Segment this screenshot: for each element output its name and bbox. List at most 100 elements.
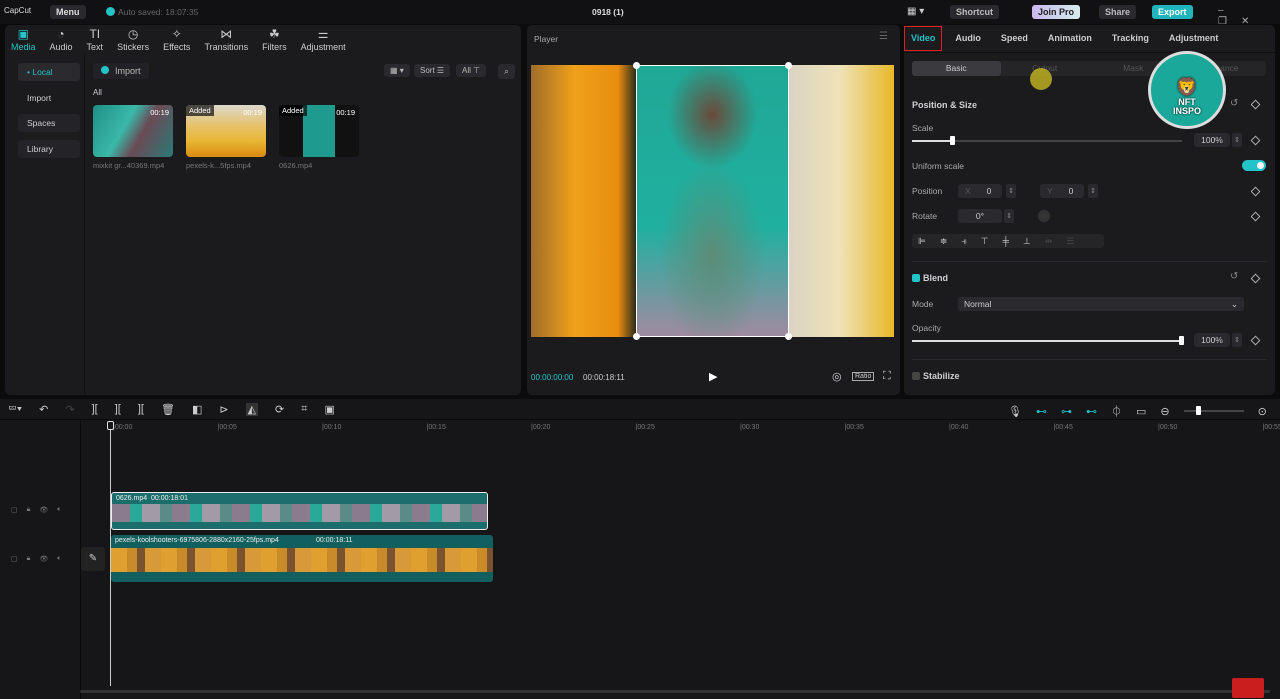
microphone-icon[interactable]: 🎙 <box>1008 405 1022 418</box>
shortcut-button[interactable]: Shortcut <box>950 5 999 19</box>
rotate-stepper[interactable]: ⇕ <box>1004 209 1014 223</box>
thumbnail-icon[interactable]: ▭ <box>1136 405 1146 418</box>
tab-audio[interactable]: Audio <box>955 33 981 44</box>
visibility-icon[interactable]: 👁︎ <box>39 506 48 514</box>
uniform-scale-toggle[interactable] <box>1242 160 1266 171</box>
tab-text[interactable]: TI Text <box>87 28 104 53</box>
tab-video[interactable]: Video <box>903 26 943 51</box>
tab-audio[interactable]: ◔ Audio <box>50 28 73 53</box>
view-toggle-button[interactable]: ▦ ▾ <box>384 64 410 77</box>
keyframe-icon[interactable] <box>1250 99 1261 110</box>
resize-handle[interactable] <box>785 62 792 69</box>
keyframe-icon[interactable] <box>1250 186 1261 197</box>
tab-adjustment[interactable]: ⚌ Adjustment <box>301 28 346 53</box>
resize-handle[interactable] <box>633 62 640 69</box>
reset-icon[interactable]: ↺ <box>1230 271 1238 282</box>
ratio-button[interactable]: Ratio <box>852 372 875 381</box>
align-left-icon[interactable]: ⊫ <box>918 236 926 247</box>
slider-knob[interactable] <box>1179 336 1184 345</box>
scale-input[interactable]: 100% <box>1194 133 1230 147</box>
tab-media[interactable]: ▣ Media <box>11 28 36 53</box>
sidebar-item-import[interactable]: Import <box>18 89 80 107</box>
align-right-icon[interactable]: ⫣ <box>961 236 966 247</box>
zoom-slider[interactable] <box>1183 406 1244 415</box>
filter-button[interactable]: All ⊤ <box>456 64 487 77</box>
align-middle-icon[interactable]: ╪ <box>1003 236 1009 246</box>
tab-adjustment[interactable]: Adjustment <box>1169 33 1219 44</box>
resize-handle[interactable] <box>633 333 640 340</box>
fullscreen-icon[interactable]: ⛶ <box>883 370 891 383</box>
delete-icon[interactable]: 🗑 <box>161 403 175 416</box>
freeze-icon[interactable]: ◧ <box>192 403 202 416</box>
position-x-input[interactable]: X0 <box>958 184 1002 198</box>
keyframe-icon[interactable] <box>1250 135 1261 146</box>
join-pro-button[interactable]: Join Pro <box>1032 5 1081 19</box>
tab-transitions[interactable]: ⋈ Transitions <box>204 28 248 53</box>
media-item[interactable]: Added 00:19 0626.mp4 <box>279 105 359 170</box>
scale-stepper[interactable]: ⇕ <box>1232 133 1242 147</box>
align-bottom-icon[interactable]: ⊥ <box>1023 236 1031 247</box>
zoom-fit-icon[interactable]: ⊙ <box>1258 405 1267 418</box>
play-button[interactable]: ▶ <box>709 370 717 383</box>
screenshot-icon[interactable]: ◎ <box>832 370 842 383</box>
tab-stickers[interactable]: ◷ Stickers <box>117 28 149 53</box>
lock-icon[interactable]: 🔒︎ <box>27 555 31 563</box>
video-preview[interactable] <box>531 62 894 340</box>
position-y-input[interactable]: Y0 <box>1040 184 1084 198</box>
mirror-icon[interactable]: ◭ <box>245 403 259 416</box>
sort-button[interactable]: Sort ☰ <box>414 64 451 77</box>
position-x-stepper[interactable]: ⇕ <box>1006 184 1016 198</box>
sidebar-item-local[interactable]: • Local <box>18 63 80 81</box>
timeline-scrollbar[interactable] <box>80 690 1270 693</box>
split-right-icon[interactable]: ][ <box>138 403 144 416</box>
media-item[interactable]: 00:19 mixkit gr...40369.mp4 <box>93 105 173 170</box>
export-button[interactable]: Export <box>1152 5 1193 19</box>
lock-icon[interactable]: 🔒︎ <box>27 506 31 514</box>
opacity-slider[interactable] <box>912 336 1184 345</box>
menu-button[interactable]: Menu <box>50 5 86 19</box>
redo-icon[interactable]: ↷ <box>65 403 74 416</box>
split-left-icon[interactable]: ][ <box>115 403 121 416</box>
zoom-out-icon[interactable]: ⊖ <box>1160 405 1169 418</box>
position-y-stepper[interactable]: ⇕ <box>1088 184 1098 198</box>
opacity-stepper[interactable]: ⇕ <box>1232 333 1242 347</box>
keyframe-icon[interactable] <box>1250 273 1261 284</box>
visibility-icon[interactable]: 👁︎ <box>39 555 48 563</box>
flip-horizontal-icon[interactable]: ⇹ <box>1045 236 1053 247</box>
resize-handle[interactable] <box>785 333 792 340</box>
opacity-input[interactable]: 100% <box>1194 333 1230 347</box>
keyframe-icon[interactable] <box>1250 335 1261 346</box>
flip-vertical-icon[interactable]: ☰ <box>1066 236 1074 247</box>
scale-slider[interactable] <box>912 136 1182 145</box>
auto-snap-icon[interactable]: ⊶ <box>1061 405 1072 418</box>
tab-tracking[interactable]: Tracking <box>1112 33 1149 44</box>
mode-select[interactable]: Normal ⌄ <box>958 297 1244 311</box>
preview-axis-icon[interactable]: ⏀ <box>1111 403 1122 419</box>
sidebar-item-library[interactable]: Library <box>18 140 80 158</box>
cover-icon[interactable]: ▢ <box>11 506 18 514</box>
timeline-clip-overlay[interactable]: 0626.mp4 00:00:18:01 <box>111 492 488 530</box>
share-button[interactable]: Share <box>1099 5 1137 19</box>
rotate-icon[interactable]: ⟳ <box>275 403 284 416</box>
stabilize-checkbox[interactable] <box>912 372 920 380</box>
main-track-magnet-icon[interactable]: ⊷ <box>1036 405 1047 418</box>
mute-icon[interactable]: 🔈︎ <box>57 506 61 514</box>
reverse-icon[interactable]: ⊳ <box>219 403 228 416</box>
undo-icon[interactable]: ↶ <box>39 403 48 416</box>
linkage-icon[interactable]: ⊷ <box>1086 405 1097 418</box>
window-controls[interactable]: –❐✕ <box>1218 5 1280 27</box>
media-item[interactable]: Added 00:19 pexels-k...5fps.mp4 <box>186 105 266 170</box>
split-icon[interactable]: ][ <box>92 403 98 416</box>
tab-speed[interactable]: Speed <box>1001 33 1028 44</box>
align-top-icon[interactable]: ⊤ <box>981 236 989 247</box>
position-size-heading[interactable]: Position & Size <box>912 100 977 110</box>
cover-icon[interactable]: ▢ <box>11 555 18 563</box>
select-tool-icon[interactable]: ⮹▾ <box>8 403 22 416</box>
tab-filters[interactable]: ☘ Filters <box>262 28 287 53</box>
slider-knob[interactable] <box>1195 406 1201 415</box>
search-icon[interactable]: ⌕ <box>498 64 516 79</box>
selected-overlay-clip[interactable] <box>633 62 792 340</box>
import-button[interactable]: Import <box>93 63 149 79</box>
reset-icon[interactable]: ↺ <box>1230 98 1238 109</box>
edit-cover-icon[interactable]: ✎ <box>81 547 105 571</box>
